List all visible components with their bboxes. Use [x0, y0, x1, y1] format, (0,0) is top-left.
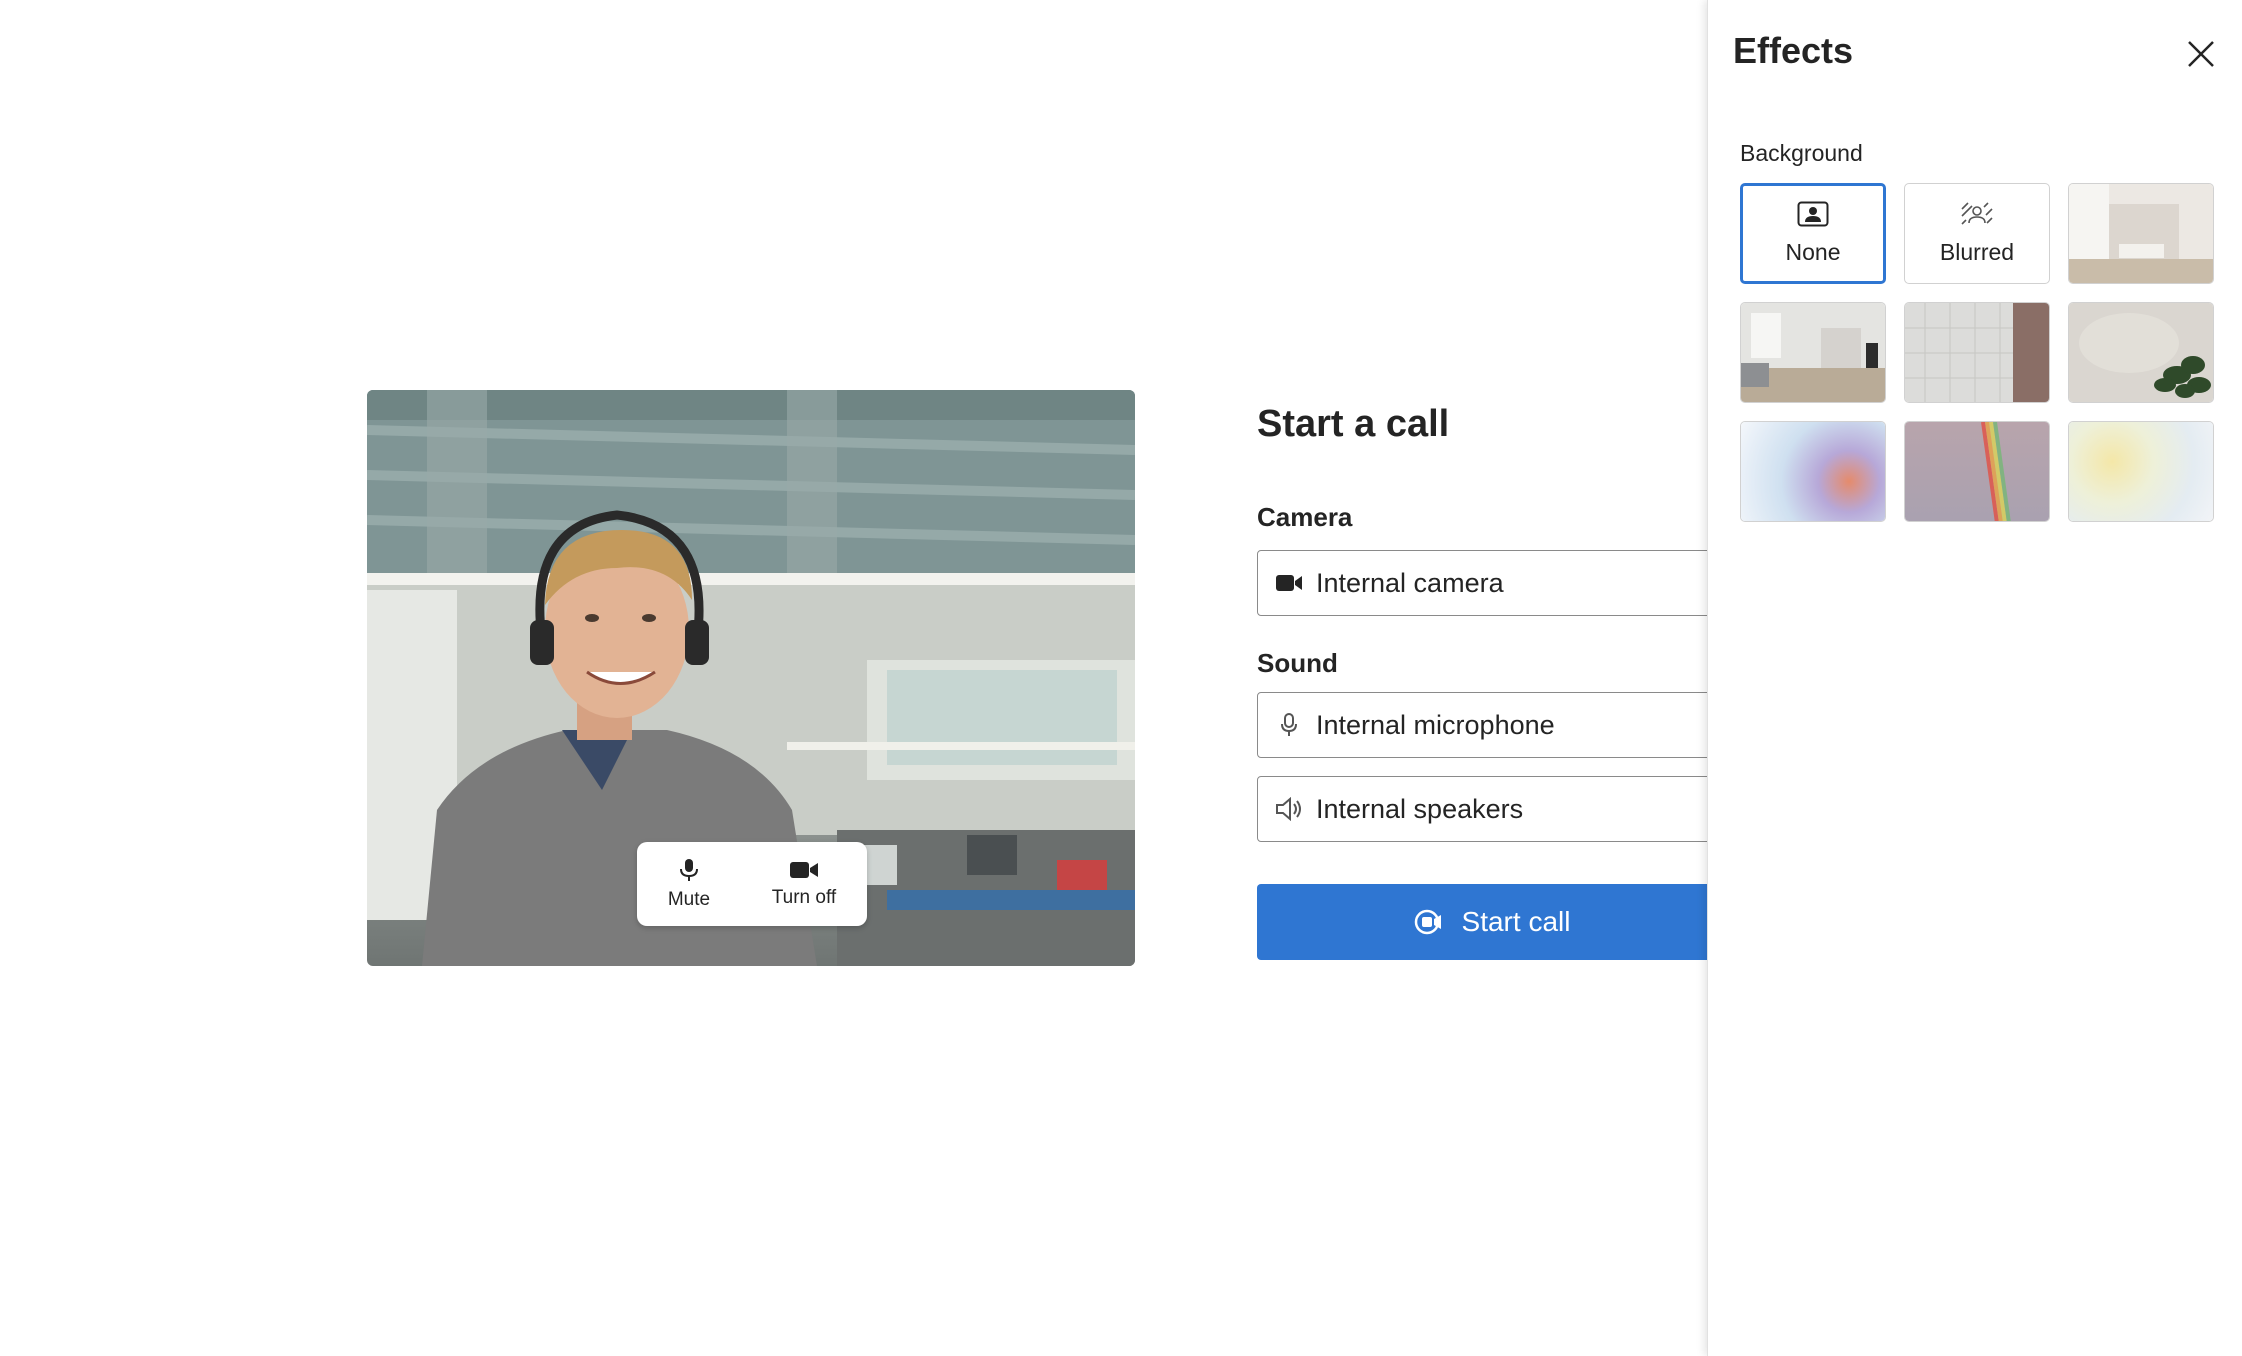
camera-select-value: Internal camera — [1316, 567, 1504, 598]
camera-section-label: Camera — [1257, 502, 1353, 532]
mute-label: Mute — [667, 889, 711, 910]
tiled-wall-thumbnail — [1905, 303, 2049, 402]
background-tiled-wall-tile[interactable] — [1904, 302, 2050, 403]
camera-select[interactable]: Internal camera — [1257, 550, 1727, 616]
page: Mute Turn off Start a call Camera Intern… — [0, 0, 2242, 1356]
video-controls: Mute Turn off — [637, 842, 867, 926]
background-pastel-gradient-tile[interactable] — [2068, 421, 2214, 522]
bedroom-thumbnail — [2069, 184, 2213, 283]
background-bedroom-tile[interactable] — [2068, 183, 2214, 284]
background-living-room-tile[interactable] — [1740, 302, 1886, 403]
background-rainbow-tile[interactable] — [1904, 421, 2050, 522]
microphone-select[interactable]: Internal microphone — [1257, 692, 1727, 758]
microphone-select-value: Internal microphone — [1316, 709, 1555, 740]
close-button[interactable] — [2183, 36, 2219, 72]
blur-icon — [1961, 202, 1993, 225]
camera-preview: Mute Turn off — [367, 390, 1135, 966]
start-call-button[interactable]: Start call — [1257, 884, 1727, 960]
background-blue-orange-gradient-tile[interactable] — [1740, 421, 1886, 522]
living-room-thumbnail — [1741, 303, 1885, 402]
background-none-tile[interactable]: None — [1740, 183, 1886, 284]
meet-now-icon — [1414, 909, 1441, 935]
turn-off-label: Turn off — [771, 887, 837, 908]
person-frame-icon — [1797, 201, 1829, 227]
blue-orange-gradient-thumbnail — [1741, 422, 1885, 521]
effects-title: Effects — [1733, 30, 1854, 71]
plant-thumbnail — [2069, 303, 2213, 402]
effects-panel: Effects Background None Blurred — [1707, 0, 2242, 1356]
pastel-gradient-thumbnail — [2069, 422, 2213, 521]
speaker-select[interactable]: Internal speakers — [1257, 776, 1727, 842]
speaker-select-value: Internal speakers — [1316, 793, 1524, 824]
background-blurred-tile[interactable]: Blurred — [1904, 183, 2050, 284]
background-plant-tile[interactable] — [2068, 302, 2214, 403]
turn-off-camera-button[interactable]: Turn off — [762, 853, 846, 915]
video-camera-icon — [1274, 568, 1304, 598]
close-icon — [2188, 41, 2214, 67]
rainbow-thumbnail — [1905, 422, 2049, 521]
sound-section-label: Sound — [1257, 648, 1338, 678]
microphone-icon — [679, 859, 698, 881]
page-title: Start a call — [1257, 403, 1450, 445]
speaker-icon — [1274, 794, 1304, 824]
start-call-label: Start call — [1461, 906, 1571, 937]
microphone-icon — [1274, 710, 1304, 740]
background-label: Background — [1740, 140, 1863, 166]
background-blurred-label: Blurred — [1939, 239, 2015, 265]
mute-button[interactable]: Mute — [658, 851, 720, 917]
background-none-label: None — [1785, 239, 1841, 265]
video-camera-icon — [789, 862, 818, 878]
